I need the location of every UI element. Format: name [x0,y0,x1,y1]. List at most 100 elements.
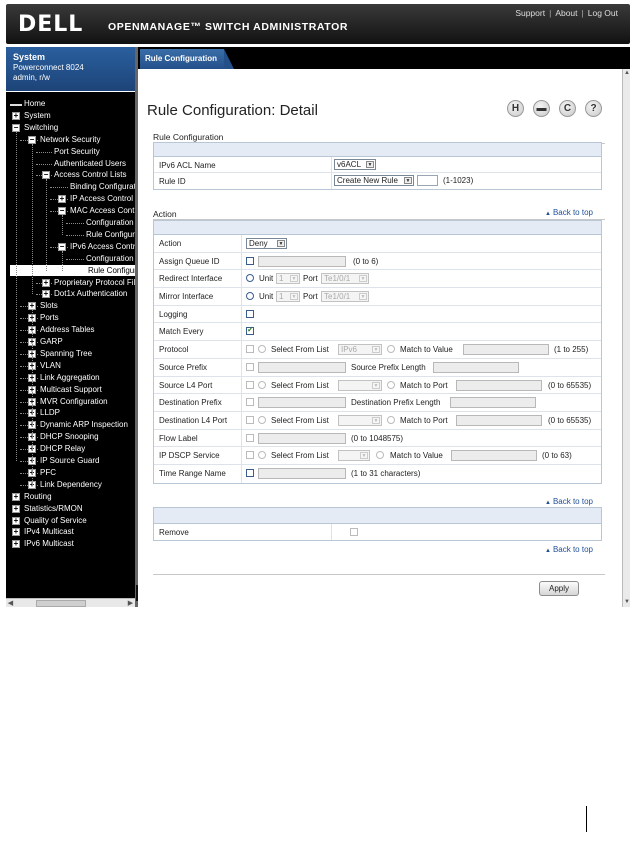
tree-item[interactable]: Routing [24,491,52,502]
tree-item[interactable]: Binding Configuration [70,181,135,192]
logout-link[interactable]: Log Out [588,8,618,18]
action-select[interactable]: Deny ▼ [246,238,287,249]
tree-item[interactable]: Access Control Lists [54,169,126,180]
collapse-icon[interactable]: − [42,171,50,180]
tree-item[interactable]: Proprietary Protocol Filtering [54,277,135,288]
source-prefix-length-input[interactable] [433,361,519,373]
save-icon[interactable]: H [507,100,524,117]
destination-prefix-checkbox[interactable] [246,398,254,407]
tree-item[interactable]: Dynamic ARP Inspection [40,419,128,430]
protocol-value-input[interactable] [463,344,549,356]
destination-l4-checkbox[interactable] [246,415,254,424]
redirect-unit-select[interactable]: 1 ▼ [276,273,300,285]
scroll-thumb[interactable] [36,600,86,607]
apply-button[interactable]: Apply [539,581,579,596]
expand-icon[interactable]: + [12,528,20,537]
logging-checkbox[interactable] [246,309,254,318]
expand-icon[interactable]: + [42,290,50,299]
destination-prefix-input[interactable] [258,397,346,409]
source-l4-port-radio[interactable] [387,380,395,389]
tab-rule-configuration[interactable]: Rule Configuration [140,49,224,69]
collapse-icon[interactable]: − [12,123,20,132]
rule-id-input[interactable] [417,175,438,186]
source-prefix-input[interactable] [258,361,346,373]
dscp-value-radio[interactable] [376,451,384,460]
refresh-icon[interactable]: C [559,100,576,117]
dscp-checkbox[interactable] [246,451,254,460]
assign-queue-input[interactable] [258,255,346,267]
source-l4-list-radio[interactable] [258,380,266,389]
tree-item[interactable]: Link Dependency [40,479,102,490]
about-link[interactable]: About [555,8,577,18]
mirror-unit-radio[interactable] [246,292,254,301]
tree-item[interactable]: Switching [24,122,58,133]
tree-item[interactable]: Ports [40,312,59,323]
tree-item[interactable]: System [24,110,51,121]
expand-icon[interactable]: + [12,540,20,549]
mirror-unit-select[interactable]: 1 ▼ [276,291,300,303]
collapse-icon[interactable]: − [28,135,36,144]
dscp-value-input[interactable] [451,450,537,462]
tree-item[interactable]: LLDP [40,407,60,418]
collapse-icon[interactable]: − [58,207,66,216]
tree-item[interactable]: Configuration [86,253,134,264]
tree-item[interactable]: Address Tables [40,324,95,335]
back-to-top-link[interactable]: Back to top [545,208,593,217]
expand-icon[interactable]: + [12,504,20,513]
mirror-port-select[interactable]: Te1/0/1 ▼ [321,291,369,303]
scroll-down-icon[interactable]: ▼ [623,598,631,607]
tree-item[interactable]: Quality of Service [24,515,87,526]
flow-label-checkbox[interactable] [246,433,254,442]
flow-label-input[interactable] [258,432,346,444]
rule-id-select[interactable]: Create New Rule ▼ [334,175,414,186]
tree-item[interactable]: Dot1x Authentication [54,288,127,299]
protocol-list-select[interactable]: IPv6 ▼ [338,344,382,356]
destination-l4-port-input[interactable] [456,414,542,426]
expand-icon[interactable]: + [42,278,50,287]
tree-item[interactable]: Link Aggregation [40,372,100,383]
tree-item[interactable]: Network Security [40,134,100,145]
tree-item[interactable]: Multicast Support [40,384,102,395]
time-range-input[interactable] [258,467,346,479]
dscp-list-select[interactable]: ▼ [338,450,370,462]
expand-icon[interactable]: + [58,195,66,204]
time-range-checkbox[interactable] [246,468,254,477]
print-icon[interactable]: ▬ [533,100,550,117]
tree-item[interactable]: Statistics/RMON [24,503,83,514]
tree-item[interactable]: DHCP Relay [40,443,85,454]
tree-item[interactable]: Authenticated Users [54,158,126,169]
tree-item[interactable]: IPv6 Access Control [70,241,135,252]
tree-item[interactable]: Configuration [86,217,134,228]
remove-checkbox[interactable] [350,528,358,536]
collapse-icon[interactable]: − [58,242,66,251]
acl-name-select[interactable]: v6ACL ▼ [334,159,376,170]
tree-item[interactable]: Home [24,98,45,109]
back-to-top-link[interactable]: Back to top [545,545,593,554]
expand-icon[interactable]: + [12,516,20,525]
redirect-unit-radio[interactable] [246,274,254,283]
source-l4-checkbox[interactable] [246,380,254,389]
destination-prefix-length-input[interactable] [450,397,536,409]
source-l4-port-input[interactable] [456,379,542,391]
back-to-top-link[interactable]: Back to top [545,497,593,506]
expand-icon[interactable]: + [12,111,20,120]
destination-l4-list-select[interactable]: ▼ [338,414,382,426]
redirect-port-select[interactable]: Te1/0/1 ▼ [321,273,369,285]
support-link[interactable]: Support [515,8,545,18]
tree-item[interactable]: Spanning Tree [40,348,92,359]
destination-l4-port-radio[interactable] [387,415,395,424]
tree-item[interactable]: Port Security [54,146,100,157]
source-prefix-checkbox[interactable] [246,362,254,371]
tree-item[interactable]: IPv6 Multicast [24,538,74,549]
assign-queue-checkbox[interactable] [246,256,254,265]
protocol-value-radio[interactable] [387,345,395,354]
help-icon[interactable]: ? [585,100,602,117]
tree-item[interactable]: DHCP Snooping [40,431,99,442]
tree-item[interactable]: Rule Configuration [10,264,135,276]
scroll-left-icon[interactable]: ◀ [6,599,15,608]
tree-item[interactable]: VLAN [40,360,61,371]
protocol-list-radio[interactable] [258,345,266,354]
tree-item[interactable]: IPv4 Multicast [24,526,74,537]
tree-item[interactable]: MVR Configuration [40,396,108,407]
tree-item[interactable]: IP Source Guard [40,455,99,466]
